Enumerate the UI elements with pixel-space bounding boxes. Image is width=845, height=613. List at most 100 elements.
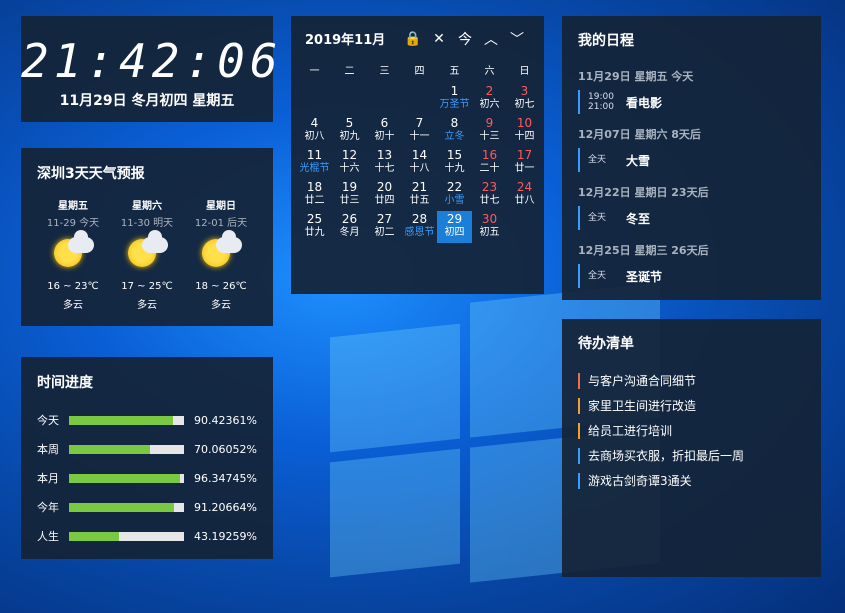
calendar-widget: 2019年11月 🔒 ✕ 今 ︿ ﹀ 一二三四五六日 1 万圣节 2 初六 3 初七 4 初八 5… (291, 16, 544, 294)
calendar-day-number: 14 (411, 148, 428, 162)
close-icon[interactable]: ✕ (426, 31, 452, 47)
calendar-day-number: 21 (411, 180, 428, 194)
schedule-event[interactable]: 19:00 21:00 看电影 (578, 90, 805, 114)
calendar-day-number: 15 (446, 148, 463, 162)
todo-item[interactable]: 家里卫生间进行改造 (578, 398, 805, 414)
calendar-day[interactable]: 1 万圣节 (437, 83, 472, 115)
calendar-day[interactable]: 9 十三 (472, 115, 507, 147)
calendar-day[interactable]: 11 光棍节 (297, 147, 332, 179)
schedule-event[interactable]: 全天 圣诞节 (578, 264, 805, 288)
calendar-day-number: 16 (481, 148, 498, 162)
calendar-day-number: 24 (516, 180, 533, 194)
progress-bar (69, 531, 184, 541)
calendar-day[interactable]: 4 初八 (297, 115, 332, 147)
progress-row: 今年 91.20664% (37, 499, 257, 515)
todo-item[interactable]: 去商场买衣服，折扣最后一周 (578, 448, 805, 464)
todo-item[interactable]: 给员工进行培训 (578, 423, 805, 439)
calendar-day[interactable]: 13 十七 (367, 147, 402, 179)
calendar-day[interactable]: 14 十八 (402, 147, 437, 179)
progress-fill (69, 531, 119, 541)
time-progress-widget: 时间进度 今天 90.42361% 本周 70.06052% 本月 96.34745% 今年… (21, 357, 273, 559)
calendar-day[interactable]: 2 初六 (472, 83, 507, 115)
weather-temp: 16 ~ 23℃ (47, 281, 99, 292)
calendar-day[interactable]: 30 初五 (472, 211, 507, 243)
progress-fill (69, 502, 174, 512)
calendar-day-lunar: 初二 (374, 227, 395, 238)
calendar-day-lunar: 廿七 (479, 195, 500, 206)
today-button[interactable]: 今 (452, 29, 478, 49)
weather-day: 星期日 12-01 后天 18 ~ 26℃ 多云 (185, 197, 257, 311)
todo-item[interactable]: 与客户沟通合同细节 (578, 373, 805, 389)
calendar-day[interactable]: 25 廿九 (297, 211, 332, 243)
calendar-day-number: 4 (310, 116, 319, 130)
calendar-day[interactable]: 7 十一 (402, 115, 437, 147)
weather-day: 星期五 11-29 今天 16 ~ 23℃ 多云 (37, 197, 109, 311)
calendar-day[interactable]: 27 初二 (367, 211, 402, 243)
calendar-day[interactable]: 17 廿一 (507, 147, 542, 179)
calendar-day[interactable]: 12 十六 (332, 147, 367, 179)
calendar-day[interactable]: 15 十九 (437, 147, 472, 179)
schedule-day-header: 12月07日 星期六 8天后 (578, 128, 701, 141)
todo-item[interactable]: 游戏古剑奇谭3通关 (578, 473, 805, 489)
weather-weekday: 星期六 (132, 201, 162, 212)
progress-value: 43.19259% (194, 529, 257, 543)
calendar-day-number: 20 (376, 180, 393, 194)
progress-bar (69, 415, 184, 425)
calendar-day-lunar: 二十 (479, 163, 500, 174)
calendar-day-number: 22 (446, 180, 463, 194)
calendar-day[interactable]: 21 廿五 (402, 179, 437, 211)
calendar-day[interactable]: 19 廿三 (332, 179, 367, 211)
calendar-day-number: 27 (376, 212, 393, 226)
calendar-day-lunar: 廿九 (304, 227, 325, 238)
calendar-day-lunar: 十四 (514, 131, 535, 142)
chevron-down-icon[interactable]: ﹀ (504, 29, 530, 49)
calendar-day-lunar: 十一 (409, 131, 430, 142)
calendar-day-number: 13 (376, 148, 393, 162)
calendar-day[interactable]: 22 小雪 (437, 179, 472, 211)
calendar-day-number: 1 (450, 84, 459, 98)
chevron-up-icon[interactable]: ︿ (478, 29, 504, 49)
calendar-day-number: 26 (341, 212, 358, 226)
lock-icon[interactable]: 🔒 (400, 31, 426, 47)
calendar-day[interactable]: 18 廿二 (297, 179, 332, 211)
calendar-day[interactable]: 26 冬月 (332, 211, 367, 243)
calendar-day (297, 83, 332, 115)
progress-value: 70.06052% (194, 442, 257, 456)
progress-label: 本月 (37, 472, 59, 485)
calendar-day-lunar: 廿五 (409, 195, 430, 206)
progress-value: 96.34745% (194, 471, 257, 485)
progress-bar (69, 502, 184, 512)
calendar-day-lunar: 十七 (374, 163, 395, 174)
calendar-day[interactable]: 20 廿四 (367, 179, 402, 211)
calendar-day[interactable]: 3 初七 (507, 83, 542, 115)
calendar-day-lunar: 万圣节 (439, 99, 470, 110)
calendar-day-lunar: 初五 (479, 227, 500, 238)
calendar-day[interactable]: 16 二十 (472, 147, 507, 179)
calendar-day[interactable]: 8 立冬 (437, 115, 472, 147)
schedule-day-header: 12月22日 星期日 23天后 (578, 186, 709, 199)
weather-temp: 17 ~ 25℃ (121, 281, 173, 292)
weather-temp: 18 ~ 26℃ (195, 281, 247, 292)
calendar-day[interactable]: 29 初四 (437, 211, 472, 243)
calendar-day-lunar: 初七 (514, 99, 535, 110)
calendar-day-lunar: 感恩节 (404, 227, 435, 238)
calendar-day[interactable]: 23 廿七 (472, 179, 507, 211)
progress-value: 90.42361% (194, 413, 257, 427)
progress-fill (69, 444, 150, 454)
calendar-day-number: 28 (411, 212, 428, 226)
calendar-day[interactable]: 6 初十 (367, 115, 402, 147)
calendar-day[interactable]: 5 初九 (332, 115, 367, 147)
calendar-day[interactable]: 24 廿八 (507, 179, 542, 211)
calendar-day[interactable]: 10 十四 (507, 115, 542, 147)
progress-fill (69, 415, 173, 425)
schedule-event[interactable]: 全天 冬至 (578, 206, 805, 230)
progress-label: 人生 (37, 530, 59, 543)
weather-title: 深圳3天天气预报 (37, 166, 145, 182)
schedule-event[interactable]: 全天 大雪 (578, 148, 805, 172)
calendar-day-number: 25 (306, 212, 323, 226)
calendar-day-lunar: 廿八 (514, 195, 535, 206)
calendar-day[interactable]: 28 感恩节 (402, 211, 437, 243)
schedule-event-time: 全天 (588, 271, 607, 281)
calendar-weekday: 二 (344, 66, 355, 77)
progress-title: 时间进度 (37, 375, 93, 391)
